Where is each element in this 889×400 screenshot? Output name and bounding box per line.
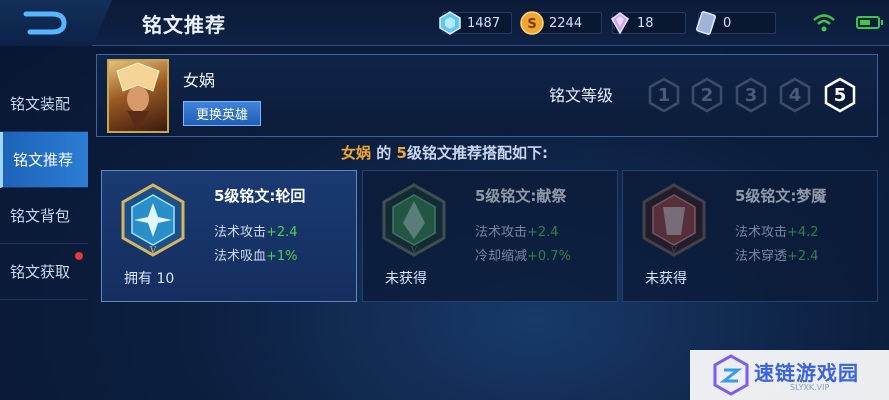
rune-card-xianji[interactable]: V 未获得 5级铭文:献祭 法术攻击+2.4 冷却缩减+0.7% (362, 170, 618, 302)
change-hero-button[interactable]: 更换英雄 (183, 101, 261, 126)
page-title: 铭文推荐 (142, 13, 226, 37)
sidebar-item-rune-obtain[interactable]: 铭文获取 (0, 244, 88, 300)
rune-card-mengyan[interactable]: V 未获得 5级铭文:梦魇 法术攻击+4.2 法术穿透+2.4 (622, 170, 878, 302)
watermark: 速链游戏园 SLYXK.VIP (690, 350, 889, 400)
sidebar-item-label: 铭文获取 (10, 263, 71, 281)
rune-name: 5级铭文:轮回 (214, 187, 306, 205)
battery-icon (856, 16, 883, 29)
crystal-resource[interactable]: 18 (611, 12, 686, 35)
rune-stat-1: 法术攻击+2.4 (475, 225, 559, 240)
sidebar: 铭文装配 铭文推荐 铭文背包 铭文获取 (0, 76, 88, 300)
rune-level-label: 铭文等级 (549, 86, 614, 105)
rune-green-icon: V (382, 183, 446, 257)
rune-name: 5级铭文:梦魇 (735, 187, 827, 205)
headline-mid: 的 (376, 144, 392, 162)
rune-stat-2: 法术穿透+2.4 (735, 249, 819, 264)
svg-text:V: V (149, 246, 157, 256)
sidebar-item-label: 铭文装配 (10, 95, 71, 113)
rune-blue-icon: V (121, 183, 185, 257)
level-3-button[interactable]: 3 (733, 77, 769, 113)
back-button[interactable] (0, 0, 112, 46)
rune-stat-1: 法术攻击+2.4 (214, 225, 298, 240)
level-1-button[interactable]: 1 (646, 77, 682, 113)
back-arrow-icon (23, 11, 67, 35)
hero-portrait[interactable] (107, 59, 169, 133)
gold-coin-icon: S (520, 11, 544, 35)
purple-crystal-icon (611, 12, 629, 35)
rune-red-icon: V (642, 183, 706, 257)
level-5-button[interactable]: 5 (822, 77, 858, 113)
headline-level: 5 (396, 144, 407, 162)
owned-count: 拥有 10 (124, 271, 175, 287)
rune-stat-2: 法术吸血+1% (214, 249, 298, 264)
voucher-resource[interactable]: 0 (696, 11, 776, 35)
owned-status: 未获得 (645, 271, 687, 287)
rune-card-lunhui[interactable]: V 拥有 10 5级铭文:轮回 法术攻击+2.4 法术吸血+1% (101, 170, 357, 302)
watermark-logo-icon (713, 354, 749, 396)
diamond-gem-icon (439, 11, 461, 35)
diamond-resource[interactable]: 1487 (439, 11, 512, 35)
gold-resource[interactable]: S 2244 (520, 11, 602, 35)
wifi-icon (813, 14, 835, 32)
rune-stat-1: 法术攻击+4.2 (735, 225, 819, 240)
rune-stat-2: 冷却缩减+0.7% (475, 249, 571, 264)
sidebar-item-label: 铭文背包 (10, 207, 71, 225)
svg-text:V: V (410, 246, 418, 256)
hero-avatar-icon (116, 62, 160, 131)
gold-count: 2244 (549, 15, 583, 31)
voucher-count: 0 (723, 15, 732, 31)
notification-dot (75, 252, 83, 260)
level-2-button[interactable]: 2 (689, 77, 725, 113)
rune-name: 5级铭文:献祭 (475, 187, 567, 205)
crystal-count: 18 (637, 15, 654, 31)
headline-tail: 级铭文推荐搭配如下: (406, 144, 548, 162)
svg-text:V: V (670, 246, 678, 256)
hero-panel: 女娲 更换英雄 铭文等级 1 2 3 4 5 (96, 54, 878, 137)
diamond-count: 1487 (467, 15, 501, 31)
recommend-headline: 女娲 的 5级铭文推荐搭配如下: (0, 142, 889, 163)
watermark-subtext: SLYXK.VIP (790, 383, 830, 392)
voucher-card-icon (696, 11, 716, 35)
top-bar: 铭文推荐 1487 S 2244 18 0 (0, 0, 889, 46)
owned-status: 未获得 (385, 271, 427, 287)
sidebar-item-rune-bag[interactable]: 铭文背包 (0, 188, 88, 244)
hero-name: 女娲 (183, 71, 216, 90)
sidebar-item-rune-equip[interactable]: 铭文装配 (0, 76, 88, 132)
headline-hero: 女娲 (341, 144, 372, 162)
svg-text:S: S (527, 17, 536, 32)
level-4-button[interactable]: 4 (777, 77, 813, 113)
watermark-text: 速链游戏园 (754, 361, 859, 385)
